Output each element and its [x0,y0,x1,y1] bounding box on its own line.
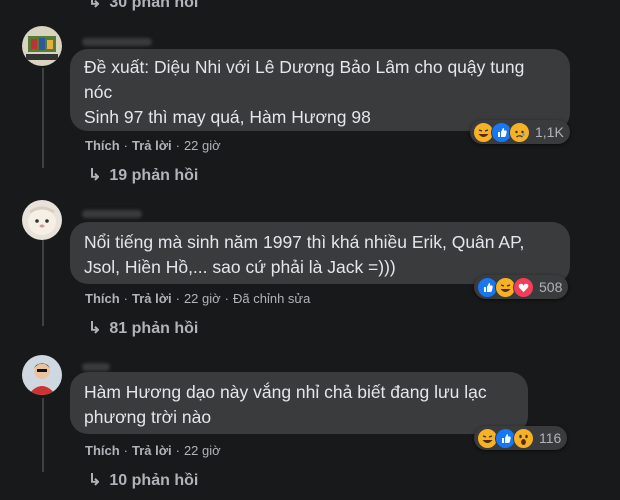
avatar[interactable] [22,355,62,395]
comment-bubble: Hàm Hương dạo này vắng nhỉ chả biết đang… [70,372,528,434]
reaction-count: 116 [539,430,562,446]
reaction-summary[interactable]: 1,1K [470,120,570,144]
edited-label[interactable]: Đã chỉnh sửa [233,291,310,306]
like-button[interactable]: Thích [85,291,120,306]
love-icon [513,276,534,298]
comment-text-line: nóc [84,82,113,102]
reaction-summary[interactable]: 116 [474,426,568,450]
author-name-blurred[interactable] [82,363,110,371]
view-replies-link[interactable]: ↳ 10 phản hồi [88,470,198,490]
reply-button[interactable]: Trả lời [132,443,172,458]
replies-link-previous[interactable]: ↳ 30 phản hồi [88,0,198,12]
comment-actions: Thích · Trả lời · 22 giờ [85,443,221,458]
author-name-blurred[interactable] [82,38,152,46]
avatar[interactable] [22,200,62,240]
reply-arrow-icon: ↳ [88,472,102,489]
reaction-summary[interactable]: 508 [474,275,569,299]
author-name-blurred[interactable] [82,210,142,218]
comment-bubble: Đề xuất: Diệu Nhi với Lê Dương Bảo Lâm c… [70,49,570,131]
thread-line [42,398,44,472]
comment-text-line: phương trời nào [84,407,212,427]
view-replies-link[interactable]: ↳ 81 phản hồi [88,318,198,338]
reply-arrow-icon: ↳ [88,167,102,184]
timestamp[interactable]: 22 giờ [184,138,221,153]
timestamp[interactable]: 22 giờ [184,443,221,458]
like-button[interactable]: Thích [85,443,120,458]
thread-line [42,240,44,326]
comment-text-line: Nổi tiếng mà sinh năm 1997 thì khá nhiều… [84,232,525,252]
wow-icon [513,427,534,449]
reply-button[interactable]: Trả lời [132,138,172,153]
thread-line [42,68,44,168]
comment-actions: Thích · Trả lời · 22 giờ · Đã chỉnh sửa [85,291,311,306]
view-replies-link[interactable]: ↳ 19 phản hồi [88,165,198,185]
reply-arrow-icon: ↳ [88,320,102,337]
comment-text-line: Đề xuất: Diệu Nhi với Lê Dương Bảo Lâm c… [84,57,525,77]
avatar[interactable] [22,26,62,66]
comment-text-line: Hàm Hương dạo này vắng nhỉ chả biết đang… [84,382,487,402]
comment-actions: Thích · Trả lời · 22 giờ [85,138,221,153]
reaction-count: 1,1K [535,124,564,140]
sad-icon [509,121,530,143]
reply-arrow-icon: ↳ [88,0,102,11]
timestamp[interactable]: 22 giờ [184,291,221,306]
reaction-count: 508 [539,279,563,295]
like-button[interactable]: Thích [85,138,120,153]
reply-button[interactable]: Trả lời [132,291,172,306]
